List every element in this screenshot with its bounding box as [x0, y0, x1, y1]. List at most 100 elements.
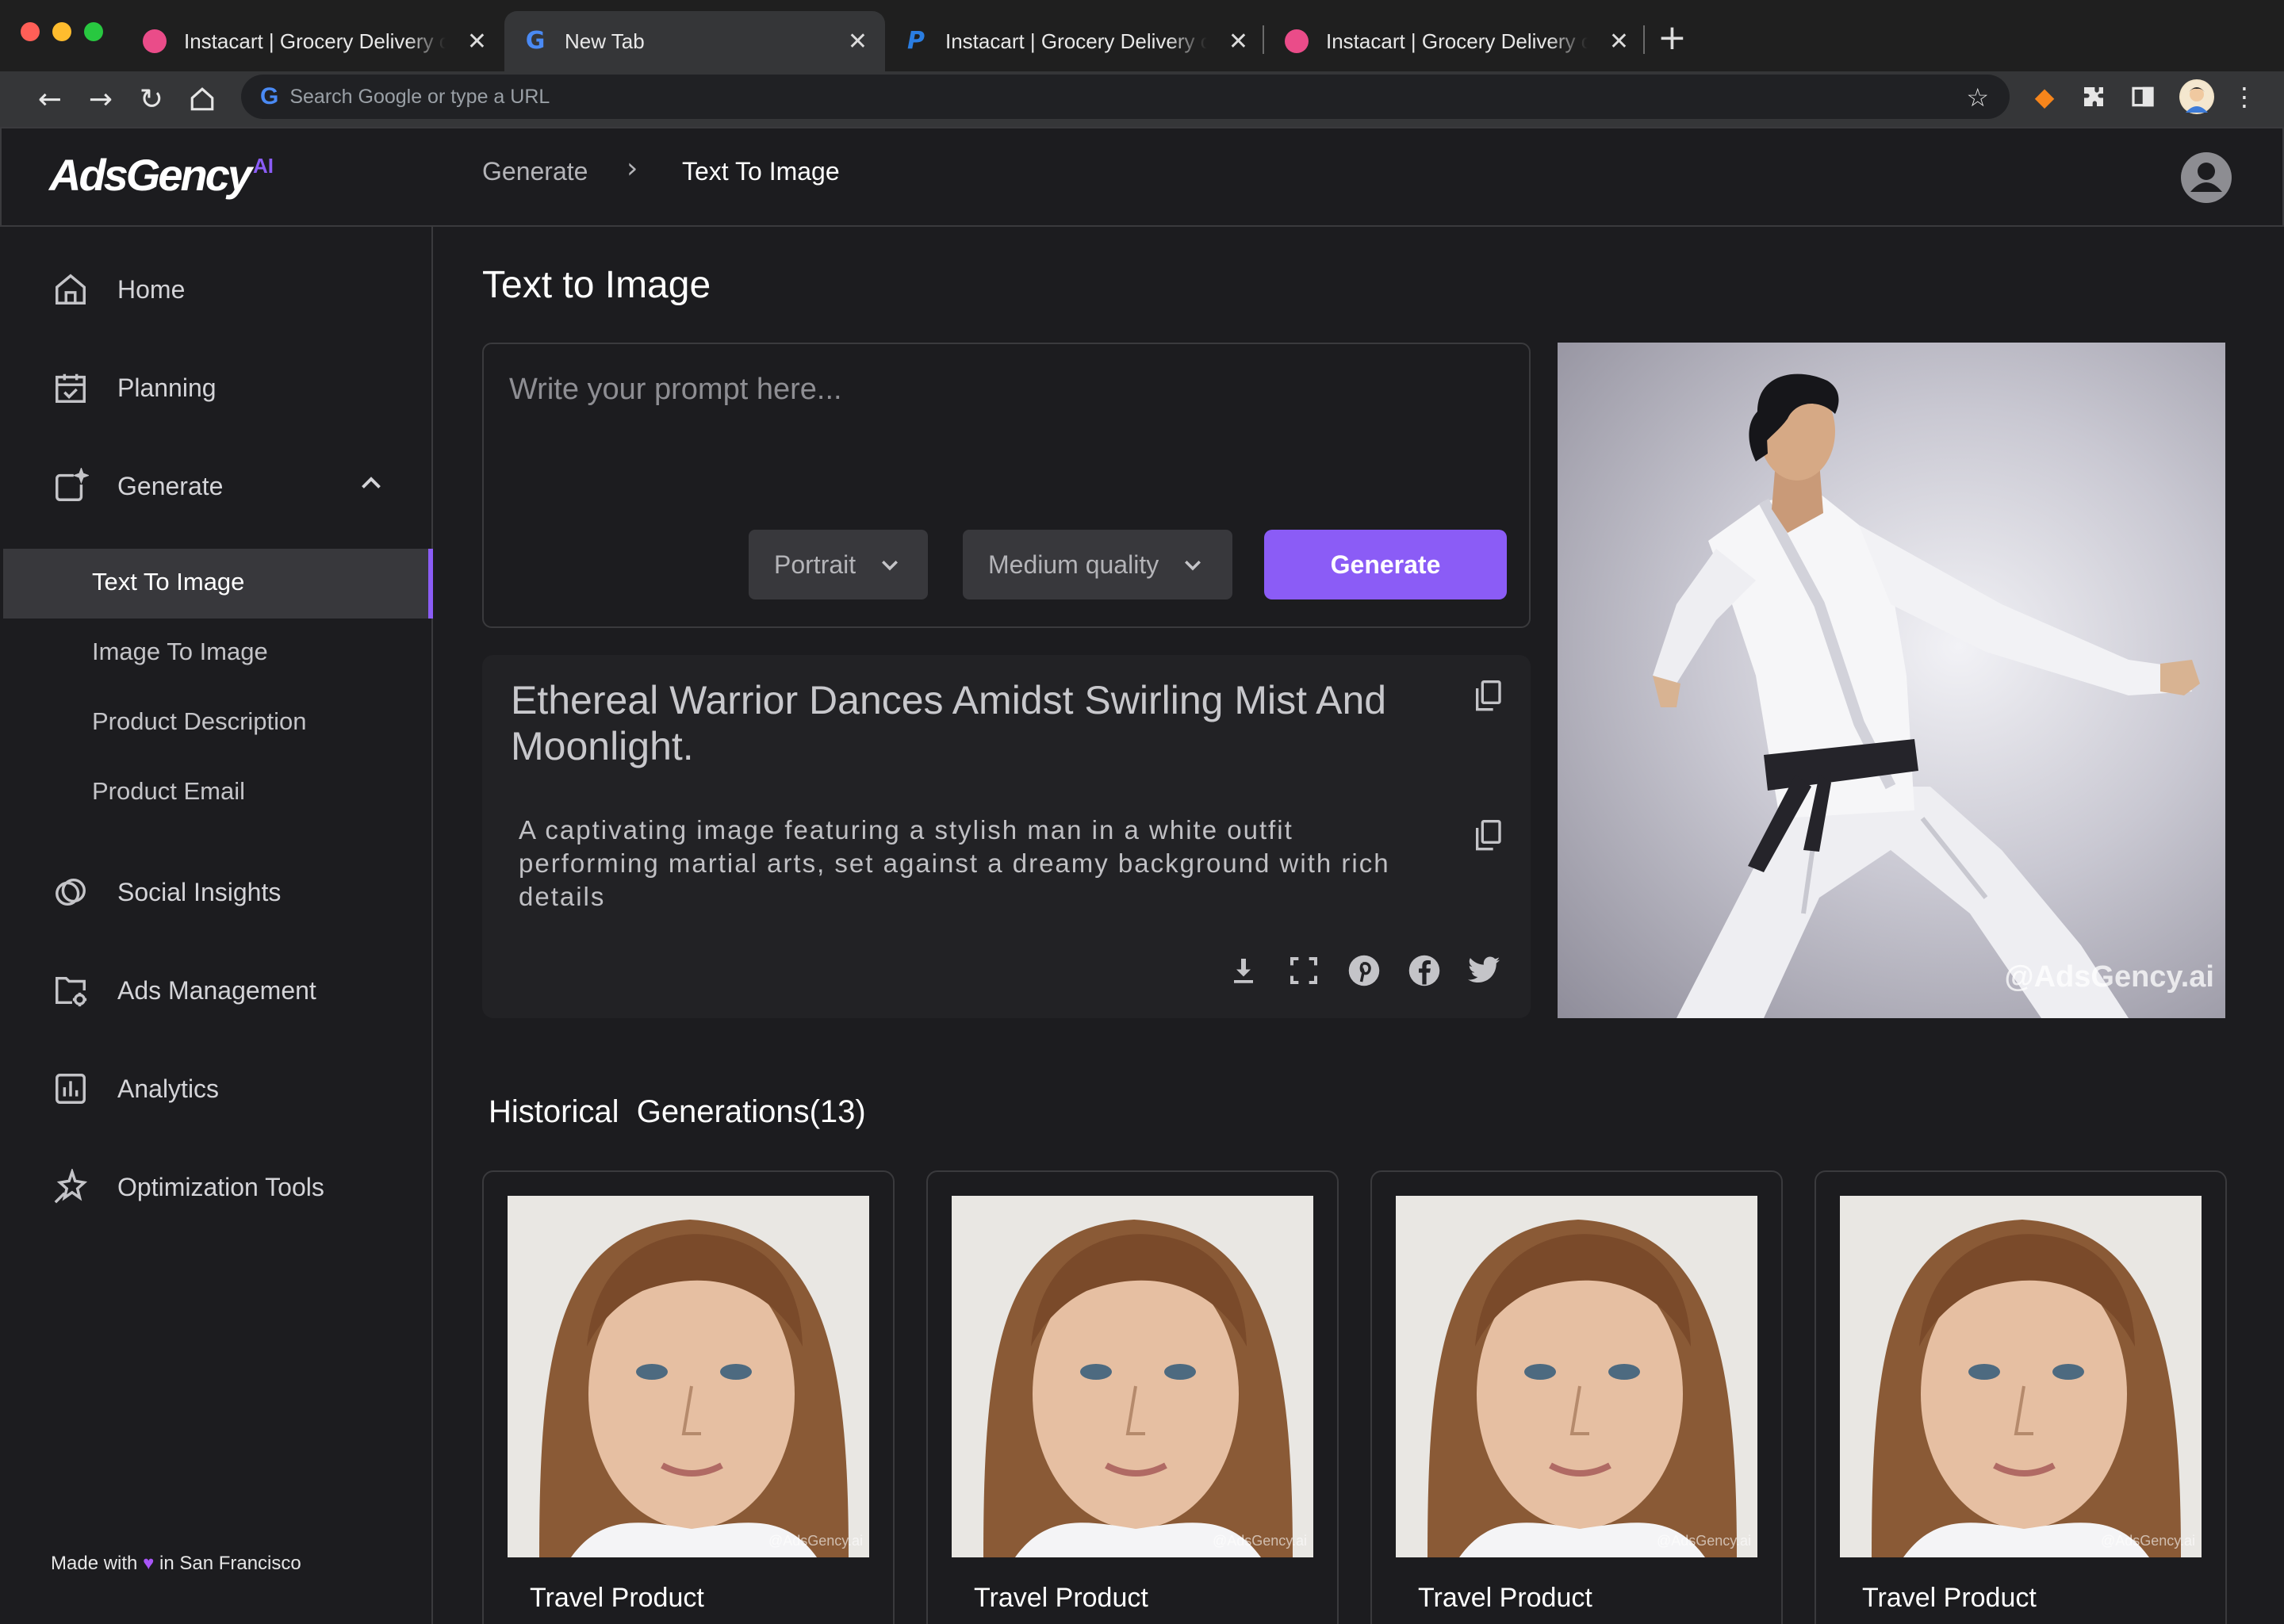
folder-gear-icon	[51, 971, 90, 1010]
generate-button[interactable]: Generate	[1264, 530, 1507, 599]
new-tab-plus-icon[interactable]: +	[1657, 17, 1687, 58]
browser-tab-instacart-3[interactable]: Instacart | Grocery Delivery or Pickup ✕	[1266, 11, 1646, 71]
history-card-label: Travel Product	[530, 1583, 704, 1613]
browser-tab-instacart-1[interactable]: Instacart | Grocery Delivery or Pickup ✕	[124, 11, 504, 71]
bookmark-star-icon[interactable]: ☆	[1966, 82, 1989, 113]
sidebar-item-generate[interactable]: Generate	[51, 466, 223, 506]
sidebar-item-optimization-tools[interactable]: Optimization Tools	[51, 1167, 324, 1207]
tab-title: Instacart | Grocery Delivery or Pickup	[945, 29, 1207, 53]
metamask-extension-icon[interactable]: ◆	[2027, 79, 2062, 114]
sidebar	[0, 227, 433, 1624]
karate-man-illustration	[1653, 373, 2200, 1018]
forward-arrow-icon[interactable]: →	[81, 79, 121, 119]
history-card[interactable]: @AdsGency.ai Travel Product	[1815, 1170, 2227, 1624]
portrait-woman-illustration	[1840, 1196, 2202, 1557]
google-icon: G	[260, 83, 279, 109]
pinterest-icon[interactable]	[1345, 952, 1383, 990]
sidebar-item-ads-management[interactable]: Ads Management	[51, 971, 316, 1010]
history-thumbnail[interactable]: @AdsGency.ai	[1840, 1196, 2202, 1557]
sidebar-item-analytics[interactable]: Analytics	[51, 1069, 219, 1109]
portrait-woman-illustration	[1396, 1196, 1757, 1557]
purple-heart-icon: ♥	[143, 1553, 155, 1574]
image-watermark: @AdsGency.ai	[2004, 960, 2214, 994]
sidebar-item-label: Social Insights	[117, 877, 282, 906]
sidebar-item-planning[interactable]: Planning	[51, 368, 217, 408]
tab-close-icon[interactable]: ✕	[848, 28, 868, 56]
tab-close-icon[interactable]: ✕	[1609, 28, 1629, 56]
thumbnail-watermark: @AdsGency.ai	[2101, 1533, 2195, 1549]
dribbble-icon	[1285, 29, 1309, 53]
tab-close-icon[interactable]: ✕	[467, 28, 487, 56]
sidebar-item-label: Optimization Tools	[117, 1172, 324, 1201]
tab-title: Instacart | Grocery Delivery or Pickup	[1326, 29, 1588, 53]
tab-title: Instacart | Grocery Delivery or Pickup	[184, 29, 446, 53]
magic-star-icon	[51, 1167, 90, 1207]
history-card[interactable]: @AdsGency.ai Travel Product	[1370, 1170, 1783, 1624]
tab-title: New Tab	[565, 29, 645, 53]
breadcrumb-generate[interactable]: Generate	[482, 157, 588, 186]
history-card[interactable]: @AdsGency.ai Travel Product	[482, 1170, 895, 1624]
footer-made-with: Made with ♥ in San Francisco	[51, 1553, 301, 1575]
prompt-input[interactable]: Write your prompt here...	[509, 373, 1500, 515]
twitter-icon[interactable]	[1466, 952, 1504, 990]
copy-title-icon[interactable]	[1472, 679, 1504, 718]
profile-avatar[interactable]	[2179, 79, 2214, 114]
quality-select[interactable]: Medium quality	[963, 530, 1232, 599]
sidebar-item-label: Generate	[117, 471, 224, 500]
sidebar-subitem-image-to-image[interactable]: Image To Image	[92, 638, 268, 666]
reload-icon[interactable]: ↻	[132, 79, 171, 119]
quality-value: Medium quality	[988, 550, 1159, 579]
history-thumbnail[interactable]: @AdsGency.ai	[1396, 1196, 1757, 1557]
facebook-icon[interactable]	[1405, 952, 1443, 990]
orientation-select[interactable]: Portrait	[749, 530, 928, 599]
result-panel: Ethereal Warrior Dances Amidst Swirling …	[482, 655, 1531, 1018]
address-bar[interactable]: G Search Google or type a URL ☆	[241, 75, 2010, 119]
browser-menu-icon[interactable]: ⋮	[2227, 79, 2262, 114]
generated-image[interactable]: @AdsGency.ai	[1558, 343, 2225, 1018]
window-zoom-button[interactable]	[84, 22, 103, 41]
thumbnail-watermark: @AdsGency.ai	[1657, 1533, 1751, 1549]
thumbnail-watermark: @AdsGency.ai	[1213, 1533, 1307, 1549]
copy-description-icon[interactable]	[1472, 818, 1504, 857]
chevron-down-icon	[882, 561, 899, 571]
window-close-button[interactable]	[21, 22, 40, 41]
window-minimize-button[interactable]	[52, 22, 71, 41]
history-thumbnail[interactable]: @AdsGency.ai	[952, 1196, 1313, 1557]
thumbnail-watermark: @AdsGency.ai	[768, 1533, 863, 1549]
download-icon[interactable]	[1224, 952, 1263, 990]
chevron-up-icon[interactable]	[357, 469, 385, 502]
app-header	[0, 127, 2284, 227]
adsgency-logo[interactable]: AdsGency AI	[49, 149, 274, 201]
tab-separator	[1263, 25, 1264, 54]
paypal-icon: P	[907, 27, 925, 55]
history-card-label: Travel Product	[1862, 1583, 2037, 1613]
sidebar-subitem-product-email[interactable]: Product Email	[92, 777, 245, 806]
user-avatar-icon[interactable]	[2181, 152, 2232, 203]
result-title: Ethereal Warrior Dances Amidst Swirling …	[511, 678, 1387, 768]
sidebar-subitem-product-description[interactable]: Product Description	[92, 707, 307, 736]
logo-text: AdsGency	[49, 150, 252, 200]
dribbble-icon	[143, 29, 167, 53]
calendar-check-icon	[51, 368, 90, 408]
back-arrow-icon[interactable]: ←	[30, 79, 70, 119]
side-panel-icon[interactable]	[2125, 79, 2160, 114]
extensions-puzzle-icon[interactable]	[2076, 79, 2111, 114]
sidebar-subitem-text-to-image[interactable]: Text To Image	[92, 568, 244, 596]
portrait-woman-illustration	[952, 1196, 1313, 1557]
sidebar-item-home[interactable]: Home	[51, 270, 185, 309]
history-card-label: Travel Product	[1418, 1583, 1592, 1613]
history-card[interactable]: @AdsGency.ai Travel Product	[926, 1170, 1339, 1624]
sidebar-item-social-insights[interactable]: Social Insights	[51, 872, 281, 912]
social-rings-icon	[51, 872, 90, 912]
footer-pre: Made with	[51, 1553, 138, 1574]
tab-close-icon[interactable]: ✕	[1228, 28, 1248, 56]
home-browser-icon[interactable]	[182, 79, 222, 119]
portrait-woman-illustration	[508, 1196, 869, 1557]
google-icon: G	[525, 27, 546, 55]
browser-tab-new-tab[interactable]: G New Tab ✕	[504, 11, 885, 71]
page-title: Text to Image	[482, 264, 711, 306]
history-thumbnail[interactable]: @AdsGency.ai	[508, 1196, 869, 1557]
browser-tab-instacart-2[interactable]: P Instacart | Grocery Delivery or Pickup…	[885, 11, 1266, 71]
breadcrumb-chevron-icon: ›	[627, 152, 638, 185]
fullscreen-icon[interactable]	[1285, 952, 1323, 990]
